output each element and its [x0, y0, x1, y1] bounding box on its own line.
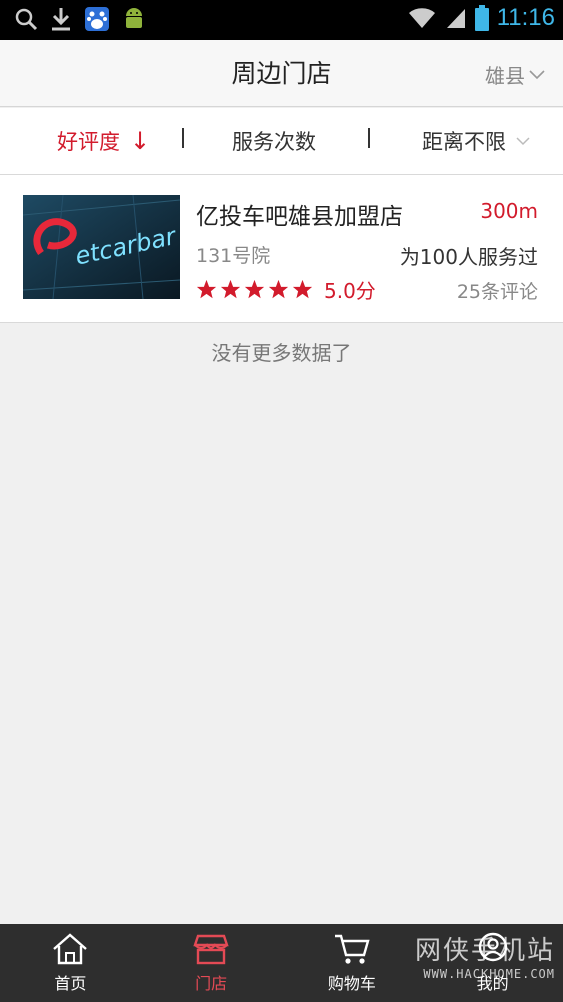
page-title: 周边门店 — [231, 59, 332, 88]
divider — [368, 128, 370, 148]
nav-home-label: 首页 — [54, 974, 87, 993]
distance-filter[interactable]: 距离不限 — [422, 126, 530, 156]
nav-store[interactable]: 门店 — [141, 924, 282, 1002]
distance-label: 距离不限 — [422, 130, 506, 154]
search-icon — [15, 8, 38, 31]
nav-cart-label: 购物车 — [327, 974, 376, 993]
android-icon — [126, 8, 142, 28]
clock: 11:16 — [496, 4, 555, 31]
nav-home[interactable]: 首页 — [0, 924, 141, 1002]
store-address: 131号院 — [196, 245, 271, 267]
filter-bar: 好评度 ↓ 服务次数 距离不限 — [0, 108, 563, 175]
star-icon — [220, 279, 241, 299]
nav-profile[interactable]: 我的 — [422, 924, 563, 1002]
download-icon — [52, 8, 70, 31]
home-icon — [53, 933, 88, 965]
profile-icon — [478, 932, 507, 962]
service-count-label: 服务次数 — [232, 130, 316, 154]
service-count: 为100人服务过 — [399, 245, 538, 269]
star-icon — [196, 279, 217, 299]
system-indicators: 11:16 — [407, 4, 555, 32]
city-selector[interactable]: 雄县 — [485, 60, 545, 89]
star-icon — [268, 279, 289, 299]
sort-by-service-count[interactable]: 服务次数 — [232, 126, 316, 156]
status-bar: 11:16 — [0, 0, 563, 40]
sort-rating-label: 好评度 — [57, 130, 120, 154]
signal-icon — [446, 9, 465, 28]
store-distance: 300m — [480, 199, 538, 223]
baidu-icon — [85, 7, 109, 31]
store-photo: etcarbar — [23, 195, 180, 299]
nav-cart[interactable]: 购物车 — [282, 924, 423, 1002]
no-more-data: 没有更多数据了 — [211, 341, 352, 365]
bottom-nav: 首页 门店 购物车 我的 — [0, 924, 563, 1002]
chevron-down-icon — [516, 136, 530, 145]
wifi-icon — [408, 8, 435, 28]
star-icon — [244, 279, 265, 299]
star-icon — [292, 279, 313, 299]
rating-stars: 5.0分 — [196, 275, 376, 304]
store-name: 亿投车吧雄县加盟店 — [196, 204, 403, 230]
sort-arrow-icon: ↓ — [130, 127, 151, 155]
nav-profile-label: 我的 — [476, 974, 509, 993]
app-header: 周边门店 雄县 — [0, 40, 563, 107]
store-card[interactable]: etcarbar 亿投车吧雄县加盟店 300m 131号院 为100人服务过 5… — [0, 175, 563, 323]
review-count[interactable]: 25条评论 — [457, 277, 538, 304]
notification-icons — [14, 6, 146, 32]
battery-icon — [474, 5, 489, 31]
store-icon — [193, 934, 229, 965]
nav-store-label: 门店 — [195, 974, 228, 993]
city-label: 雄县 — [485, 64, 525, 88]
store-logo: etcarbar — [23, 195, 180, 299]
sort-by-rating[interactable]: 好评度 ↓ — [57, 126, 150, 156]
cart-icon — [334, 934, 370, 964]
divider — [182, 128, 184, 148]
rating-score: 5.0分 — [324, 279, 376, 303]
chevron-down-icon — [529, 69, 545, 79]
